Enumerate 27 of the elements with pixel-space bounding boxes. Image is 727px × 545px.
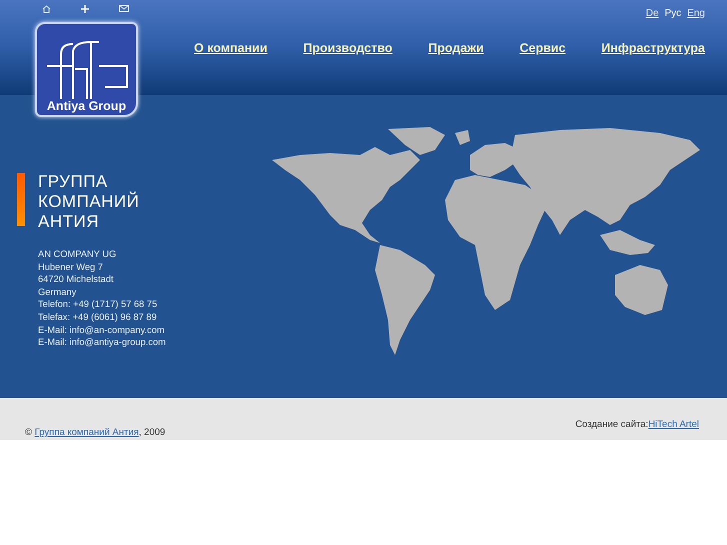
logo-text: Antiya Group: [46, 99, 126, 113]
company-heading: ГРУППА КОМПАНИЙ АНТИЯ: [38, 172, 140, 232]
language-link[interactable]: Рус: [664, 8, 682, 19]
address-line: E-Mail: info@an-company.com: [38, 324, 166, 336]
address-line: Germany: [38, 286, 78, 298]
home-icon[interactable]: [42, 5, 50, 13]
copyright-text: © Группа компаний Антия, 2009: [25, 427, 166, 438]
language-link[interactable]: De: [646, 8, 659, 19]
address-line: Telefon: +49 (1717) 57 68 75: [38, 298, 158, 311]
address-line: Hubener Weg 7: [38, 260, 104, 274]
nav-link[interactable]: О компании: [194, 41, 268, 55]
plus-icon[interactable]: [80, 5, 88, 13]
logo[interactable]: Antiya Group: [35, 22, 138, 117]
address-line: Telefax: +49 (6061) 96 87 89: [38, 310, 158, 324]
mail-icon[interactable]: [118, 5, 128, 12]
accent-bar: [17, 173, 25, 226]
address-line: 64720 Michelstadt: [38, 273, 114, 286]
address-line: AN COMPANY UG: [38, 248, 118, 261]
address-line: E-Mail: info@antiya-group.com: [38, 336, 167, 349]
nav-link[interactable]: Инфраструктура: [601, 41, 705, 55]
developer-link[interactable]: HiTech Artel: [648, 419, 699, 430]
nav-link[interactable]: Продажи: [428, 41, 484, 55]
credit-text: Создание сайта:HiTech Artel: [575, 419, 699, 432]
nav-link[interactable]: Производство: [303, 41, 392, 55]
nav-link[interactable]: Сервис: [520, 41, 566, 55]
language-link[interactable]: Eng: [687, 8, 705, 19]
company-link[interactable]: Группа компаний Антия: [34, 427, 139, 438]
